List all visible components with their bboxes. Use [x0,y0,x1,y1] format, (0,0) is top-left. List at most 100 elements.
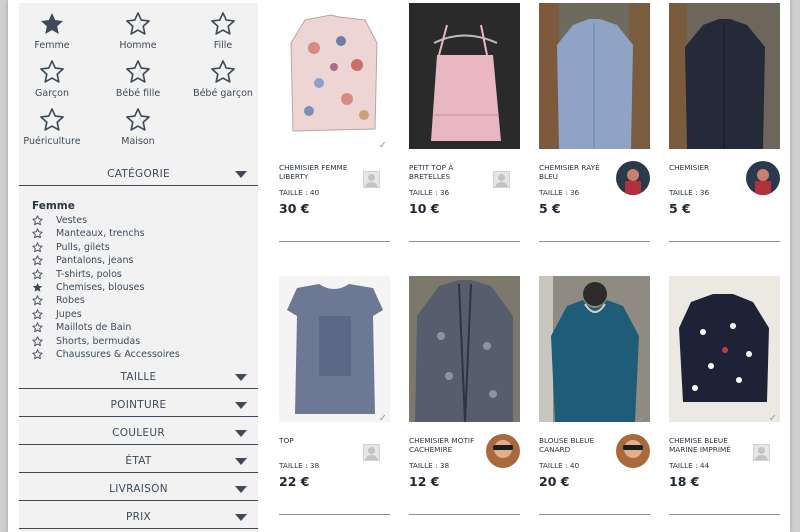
product-photo[interactable] [409,276,520,422]
star-outline-icon [40,60,64,83]
star-filled-icon [40,12,64,34]
category-label: Fille [213,40,233,51]
star-outline-icon [32,228,43,239]
star-outline-icon [32,322,43,333]
product-size: TAILLE : 36 [669,188,710,197]
filter-categorie[interactable]: CATÉGORIE [19,163,258,186]
seller-avatar-placeholder-icon[interactable] [363,444,380,461]
product-photo[interactable]: ✓ [669,276,780,422]
filter-taille[interactable]: TAILLE [19,366,258,389]
category-garcon[interactable]: Garçon [7,59,97,99]
product-photo[interactable]: ✓ [539,276,650,422]
seller-avatar-placeholder-icon[interactable] [493,171,510,188]
subcategory-maillots[interactable]: Maillots de Bain [32,321,252,334]
product-card-top[interactable]: ✓ TOP TAILLE : 38 22 € [279,276,390,516]
product-title: CHEMISIER [669,163,710,172]
star-outline-icon [211,60,235,83]
product-title: CHEMISIER MOTIF CACHEMIRE [409,436,475,454]
product-price: 30 € [279,201,310,216]
filter-prix[interactable]: PRIX [19,506,258,529]
subcategory-chaussures[interactable]: Chaussures & Accessoires [32,348,252,361]
category-puericulture[interactable]: Puériculture [7,107,97,147]
seller-avatar[interactable] [616,161,650,195]
card-divider [539,241,650,242]
product-card-chemisier-cachemire[interactable]: CHEMISIER MOTIF CACHEMIRE TAILLE : 38 12… [409,276,520,516]
product-card-chemise-marine[interactable]: ✓ CHEMISE BLEUE MARINE IMPRIMÉ TAILLE : … [669,276,780,516]
star-outline-icon [126,12,150,35]
subcategory-label: Chaussures & Accessoires [56,348,180,360]
seller-avatar[interactable] [486,434,520,468]
category-bebe-garcon[interactable]: Bébé garçon [178,59,268,99]
checkmark-icon: ✓ [768,413,777,422]
subcategory-manteaux[interactable]: Manteaux, trenchs [32,227,252,240]
product-price: 22 € [279,474,310,489]
product-size: TAILLE : 36 [409,188,450,197]
product-photo[interactable]: ✓ [279,3,390,149]
subcategory-robes[interactable]: Robes [32,294,252,307]
subcategory-label: Vestes [56,215,88,226]
filter-pointure[interactable]: POINTURE [19,394,258,417]
star-outline-icon [32,242,43,252]
subcategory-list: Femme Vestes Manteaux, trenchs Pulls, gi… [32,200,252,361]
category-maison[interactable]: Maison [93,107,183,147]
subcategory-label: Manteaux, trenchs [56,228,145,240]
category-fille[interactable]: Fille [178,11,268,51]
product-photo-art [409,3,520,149]
product-size: TAILLE : 44 [669,461,710,470]
checkmark-icon: ✓ [378,413,387,422]
star-outline-icon [32,309,43,319]
subcategory-shorts[interactable]: Shorts, bermudas [32,335,252,348]
product-size: TAILLE : 40 [279,188,320,197]
seller-avatar-placeholder-icon[interactable] [753,444,770,461]
subcategory-pantalons[interactable]: Pantalons, jeans [32,254,252,267]
category-femme[interactable]: Femme [7,11,97,51]
category-label: Bébé fille [115,88,161,99]
subcategory-pulls[interactable]: Pulls, gilets [32,241,252,254]
product-photo-art [539,3,650,149]
product-card-chemisier-raye[interactable]: CHEMISIER RAYÉ BLEU TAILLE : 36 5 € [539,3,650,243]
filter-livraison-label: LIVRAISON [109,483,168,495]
subcategory-label: Jupes [56,308,82,320]
caret-down-icon [235,171,247,178]
product-card-petit-top[interactable]: PETIT TOP À BRETELLES TAILLE : 36 10 € [409,3,520,243]
filter-couleur[interactable]: COULEUR [19,422,258,445]
product-photo[interactable]: ✓ [279,276,390,422]
product-title: CHEMISE BLEUE MARINE IMPRIMÉ [669,436,731,454]
product-photo-art [279,3,390,149]
subcategory-label: Pulls, gilets [56,241,110,253]
filter-livraison[interactable]: LIVRAISON [19,478,258,501]
category-label: Homme [119,40,157,51]
product-photo[interactable] [539,3,650,149]
product-title: PETIT TOP À BRETELLES [409,163,454,181]
card-divider [279,514,390,515]
product-photo[interactable] [669,3,780,149]
caret-down-icon [235,458,247,465]
product-card-chemisier-liberty[interactable]: ✓ CHEMISIER FEMME LIBERTY TAILLE : 40 30… [279,3,390,243]
subcategory-chemises[interactable]: Chemises, blouses [32,281,252,294]
product-size: TAILLE : 40 [539,461,580,470]
product-photo[interactable] [409,3,520,149]
product-card-chemisier[interactable]: CHEMISIER TAILLE : 36 5 € [669,3,780,243]
seller-avatar[interactable] [746,161,780,195]
category-bebe-fille[interactable]: Bébé fille [93,59,183,99]
product-photo-art [669,3,780,149]
checkmark-icon: ✓ [378,140,387,149]
subcategory-label: Robes [56,295,85,307]
card-divider [279,241,390,242]
product-title: TOP [279,436,294,445]
product-card-blouse-canard[interactable]: ✓ BLOUSE BLEUE CANARD TAILLE : 40 20 € [539,276,650,516]
checkmark-icon: ✓ [638,413,647,422]
subcategory-tshirts[interactable]: T-shirts, polos [32,268,252,281]
seller-avatar-placeholder-icon[interactable] [363,171,380,188]
filter-etat[interactable]: ÉTAT [19,450,258,473]
subcategory-label: Maillots de Bain [56,322,132,334]
filter-categorie-label: CATÉGORIE [107,168,170,180]
subcategory-jupes[interactable]: Jupes [32,308,252,321]
subcategory-vestes[interactable]: Vestes [32,214,252,227]
filter-pointure-label: POINTURE [110,399,167,411]
seller-avatar[interactable] [616,434,650,468]
category-label: Puériculture [23,136,81,147]
star-outline-icon [32,255,43,266]
category-homme[interactable]: Homme [93,11,183,51]
star-outline-icon [126,60,150,83]
